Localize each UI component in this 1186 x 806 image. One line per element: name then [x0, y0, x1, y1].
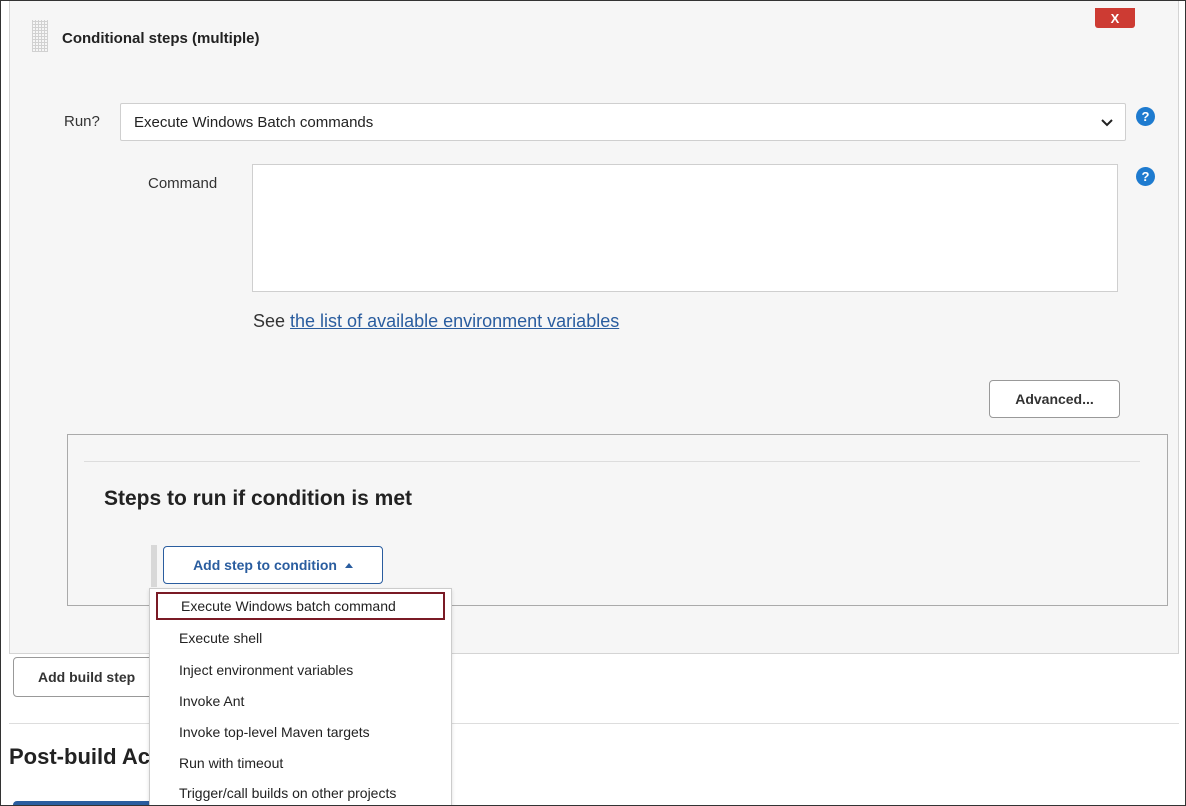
delete-button[interactable]: X — [1095, 8, 1135, 28]
env-prefix: See — [253, 311, 291, 331]
add-post-build-button[interactable] — [13, 801, 153, 805]
command-help-icon[interactable]: ? — [1136, 167, 1155, 186]
menu-item-inject-env-vars[interactable]: Inject environment variables — [156, 656, 445, 684]
menu-item-invoke-ant[interactable]: Invoke Ant — [156, 687, 445, 715]
menu-item-run-with-timeout[interactable]: Run with timeout — [156, 749, 445, 777]
env-variables-link[interactable]: the list of available environment variab… — [290, 311, 619, 331]
chevron-down-icon — [1101, 119, 1113, 127]
step-dropdown-menu: Execute Windows batch command Execute sh… — [149, 588, 452, 805]
drag-bar — [151, 545, 157, 587]
command-textarea[interactable] — [252, 164, 1118, 292]
env-variables-line: See the list of available environment va… — [253, 311, 619, 332]
conditional-steps-panel: Conditional steps (multiple) X Run? Exec… — [9, 1, 1179, 654]
screen: Conditional steps (multiple) X Run? Exec… — [0, 0, 1186, 806]
post-build-heading: Post-build Actions — [9, 744, 159, 769]
menu-item-execute-shell[interactable]: Execute shell — [156, 624, 445, 652]
run-label: Run? — [64, 113, 100, 130]
add-step-to-condition-button[interactable]: Add step to condition — [163, 546, 383, 584]
menu-item-trigger-builds[interactable]: Trigger/call builds on other projects — [156, 779, 445, 805]
menu-item-invoke-maven[interactable]: Invoke top-level Maven targets — [156, 718, 445, 746]
panel-title: Conditional steps (multiple) — [62, 30, 260, 47]
steps-heading: Steps to run if condition is met — [104, 487, 413, 510]
add-step-label: Add step to condition — [193, 557, 337, 573]
run-select[interactable]: Execute Windows Batch commands — [120, 103, 1126, 141]
drag-handle[interactable] — [32, 20, 48, 52]
steps-container: Steps to run if condition is met Add ste… — [67, 434, 1168, 606]
divider — [84, 461, 1140, 462]
advanced-button[interactable]: Advanced... — [989, 380, 1120, 418]
run-help-icon[interactable]: ? — [1136, 107, 1155, 126]
caret-up-icon — [344, 562, 353, 568]
run-select-value: Execute Windows Batch commands — [134, 113, 374, 131]
menu-item-execute-windows-batch[interactable]: Execute Windows batch command — [156, 592, 445, 620]
command-label: Command — [148, 175, 218, 192]
add-build-step-button[interactable]: Add build step — [13, 657, 161, 697]
